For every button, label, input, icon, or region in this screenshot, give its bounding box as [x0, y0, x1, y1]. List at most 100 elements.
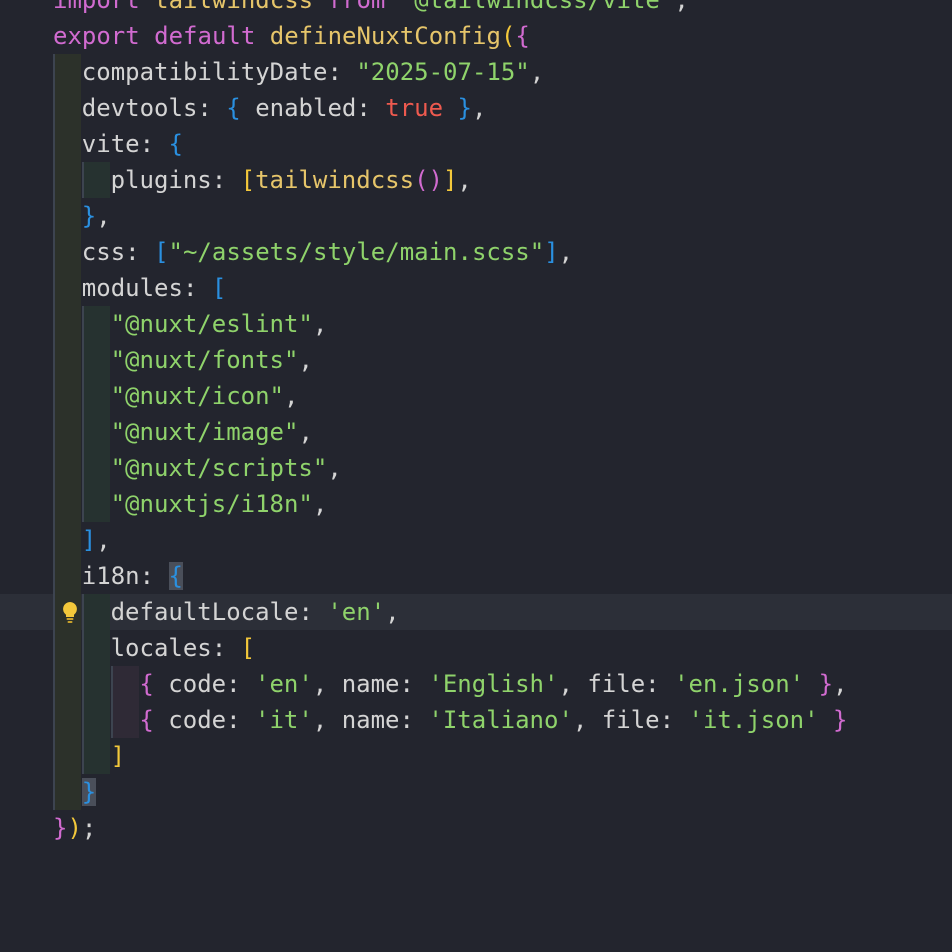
- code-token: 'en.json': [674, 670, 805, 698]
- indent-guide-line: [53, 522, 55, 558]
- code-text: "@nuxt/eslint",: [111, 306, 328, 342]
- code-token: 'Italiano': [428, 706, 573, 734]
- code-text: { code: 'en', name: 'English', file: 'en…: [139, 666, 847, 702]
- code-token: }: [53, 814, 68, 842]
- code-line[interactable]: "@nuxtjs/i18n",: [0, 486, 952, 522]
- code-token: (): [414, 166, 443, 194]
- indent-guide: [53, 162, 81, 198]
- indent-guide: [53, 342, 81, 378]
- indent-guide-line: [53, 666, 55, 702]
- code-token: ,: [312, 490, 328, 518]
- code-token: [: [240, 634, 256, 662]
- code-line[interactable]: "@nuxt/icon",: [0, 378, 952, 414]
- indent-guide-line: [53, 54, 55, 90]
- code-token: , name: [312, 670, 400, 698]
- code-token: "~/assets/style/main.scss": [168, 238, 545, 266]
- code-token: from: [327, 0, 386, 14]
- indent-guide-line: [53, 198, 55, 234]
- indent-guide: [53, 450, 81, 486]
- code-text: ],: [82, 522, 111, 558]
- code-line[interactable]: }: [0, 774, 952, 810]
- code-token: i18n: [81, 562, 140, 590]
- code-token: :: [125, 238, 155, 266]
- indent-guide-line: [81, 450, 84, 486]
- code-line[interactable]: i18n: {: [0, 558, 952, 594]
- code-token: default: [154, 22, 256, 50]
- indent-guide-line: [81, 414, 84, 450]
- code-line[interactable]: vite: {: [0, 126, 952, 162]
- code-token: :: [659, 706, 689, 734]
- code-line[interactable]: defaultLocale: 'en',: [0, 594, 952, 630]
- code-line[interactable]: css: ["~/assets/style/main.scss"],: [0, 234, 952, 270]
- code-line[interactable]: export default defineNuxtConfig({: [0, 18, 952, 54]
- code-line[interactable]: "@nuxt/fonts",: [0, 342, 952, 378]
- code-line[interactable]: plugins: [tailwindcss()],: [0, 162, 952, 198]
- code-token: 'English': [428, 670, 559, 698]
- indent-guide-line: [53, 630, 55, 666]
- code-line[interactable]: ]: [0, 738, 952, 774]
- code-line[interactable]: modules: [: [0, 270, 952, 306]
- code-token: ,: [96, 202, 111, 230]
- indent-guide-line: [110, 702, 113, 738]
- code-editor[interactable]: import tailwindcss from "@tailwindcss/vi…: [0, 0, 952, 952]
- code-token: , file: [572, 706, 660, 734]
- code-token: ,: [529, 58, 545, 86]
- indent-guide: [81, 306, 110, 342]
- code-line[interactable]: compatibilityDate: "2025-07-15",: [0, 54, 952, 90]
- code-token: ,: [312, 310, 328, 338]
- code-token: ): [67, 814, 82, 842]
- indent-guide-line: [53, 126, 55, 162]
- code-token: [: [211, 274, 227, 302]
- code-token: "@tailwindcss/vite": [385, 0, 675, 14]
- indent-guide-line: [53, 234, 55, 270]
- code-token: "@nuxt/image": [110, 418, 299, 446]
- indent-guide: [53, 414, 81, 450]
- code-line[interactable]: locales: [: [0, 630, 952, 666]
- indent-guide: [110, 702, 139, 738]
- indent-guide: [81, 414, 110, 450]
- indent-guide: [81, 378, 110, 414]
- indent-guide: [81, 630, 110, 666]
- code-token: :: [327, 58, 357, 86]
- indent-guide-line: [53, 486, 55, 522]
- code-token: {: [226, 94, 241, 122]
- code-line[interactable]: { code: 'en', name: 'English', file: 'en…: [0, 666, 952, 702]
- code-token: "2025-07-15": [356, 58, 530, 86]
- code-token: import: [53, 0, 140, 14]
- indent-guide-line: [53, 774, 55, 810]
- code-token: compatibilityDate: [81, 58, 328, 86]
- code-text: plugins: [tailwindcss()],: [111, 162, 472, 198]
- lightbulb-icon[interactable]: [58, 600, 82, 624]
- code-line[interactable]: "@nuxt/image",: [0, 414, 952, 450]
- code-token: [: [154, 238, 169, 266]
- indent-guide-line: [81, 342, 84, 378]
- code-token: 'en': [255, 670, 313, 698]
- indent-guide-line: [81, 702, 84, 738]
- code-line[interactable]: },: [0, 198, 952, 234]
- code-token: enabled: [240, 94, 357, 122]
- indent-guide: [110, 666, 139, 702]
- code-line[interactable]: ],: [0, 522, 952, 558]
- indent-guide-line: [53, 558, 55, 594]
- code-token: :: [139, 562, 169, 590]
- indent-guide-line: [53, 378, 55, 414]
- code-text: },: [82, 198, 111, 234]
- indent-guide-line: [53, 594, 55, 630]
- code-line[interactable]: "@nuxt/scripts",: [0, 450, 952, 486]
- code-text: ]: [111, 738, 125, 774]
- code-line[interactable]: "@nuxt/eslint",: [0, 306, 952, 342]
- code-line[interactable]: import tailwindcss from "@tailwindcss/vi…: [0, 0, 952, 18]
- indent-guide: [53, 270, 81, 306]
- indent-guide: [53, 486, 81, 522]
- code-line[interactable]: });: [0, 810, 952, 846]
- code-text: defaultLocale: 'en',: [111, 594, 400, 630]
- code-token: ;: [81, 814, 97, 842]
- code-token: ]: [110, 742, 126, 770]
- indent-guide-line: [53, 162, 55, 198]
- code-token: {: [515, 22, 530, 50]
- code-line[interactable]: { code: 'it', name: 'Italiano', file: 'i…: [0, 702, 952, 738]
- matched-bracket: {: [168, 562, 183, 590]
- code-line[interactable]: devtools: { enabled: true },: [0, 90, 952, 126]
